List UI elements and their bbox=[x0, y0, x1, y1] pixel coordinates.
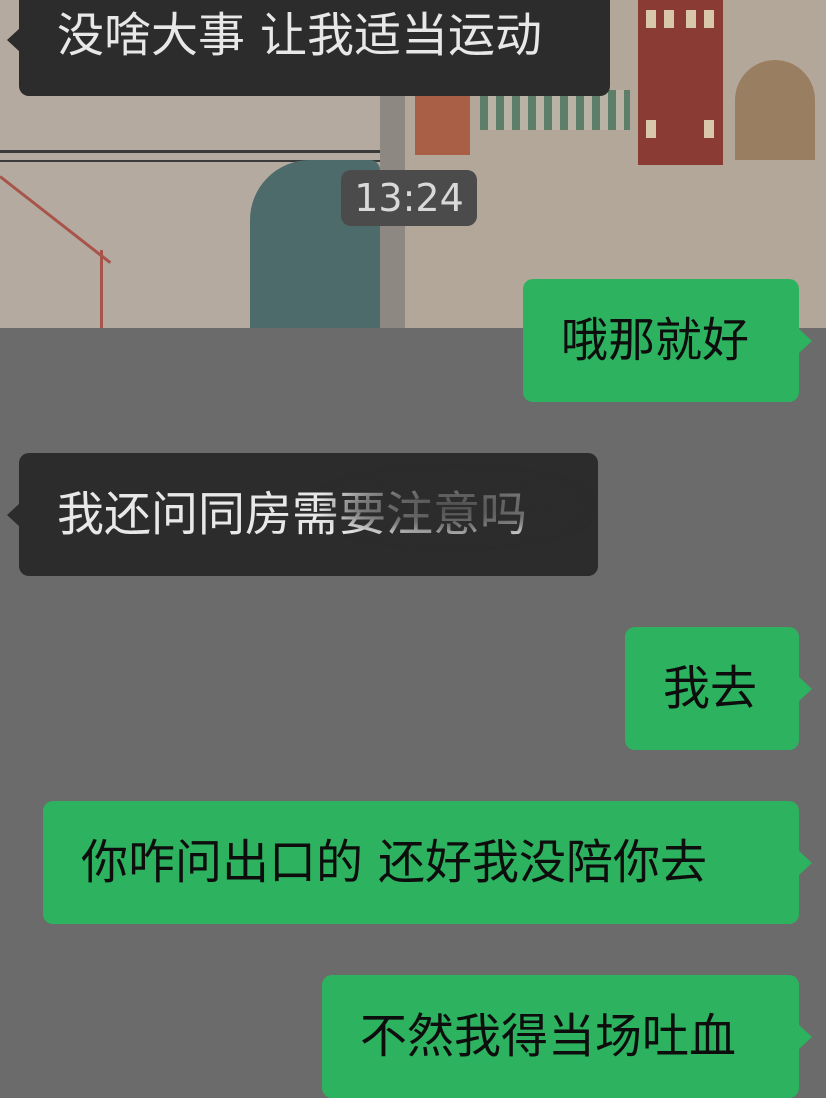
wallpaper-arch bbox=[735, 60, 815, 160]
wallpaper-window bbox=[646, 10, 656, 28]
message-bubble-outgoing[interactable]: 你咋问出口的 还好我没陪你去 bbox=[43, 801, 812, 924]
bubble-tail bbox=[799, 850, 812, 875]
message-bubble-incoming[interactable]: 我还问同房需要注意吗 bbox=[7, 453, 598, 576]
message-timestamp: 13:24 bbox=[341, 170, 477, 226]
message-bubble-outgoing[interactable]: 不然我得当场吐血 bbox=[322, 975, 812, 1098]
message-bubble-outgoing[interactable]: 哦那就好 bbox=[523, 279, 812, 402]
wallpaper-window bbox=[686, 10, 696, 28]
wallpaper-line bbox=[0, 150, 380, 153]
message-text: 我去 bbox=[663, 661, 757, 716]
wallpaper-window bbox=[704, 10, 714, 28]
bubble-tail bbox=[799, 676, 812, 701]
message-text: 你咋问出口的 还好我没陪你去 bbox=[81, 835, 707, 890]
wallpaper-window bbox=[704, 120, 714, 138]
message-text: 哦那就好 bbox=[561, 313, 749, 368]
message-text: 没啥大事 让我适当运动 bbox=[57, 8, 542, 64]
message-bubble-outgoing[interactable]: 我去 bbox=[625, 627, 812, 750]
wallpaper-shop bbox=[415, 95, 470, 155]
bubble-tail bbox=[7, 28, 20, 52]
message-bubble-incoming[interactable]: 没啥大事 让我适当运动 bbox=[7, 0, 610, 96]
message-text: 不然我得当场吐血 bbox=[360, 1009, 736, 1065]
wallpaper-red-stroke bbox=[100, 250, 103, 328]
bubble-tail bbox=[799, 1025, 812, 1049]
bubble-tail bbox=[7, 502, 20, 527]
wallpaper-window bbox=[646, 120, 656, 138]
bubble-tail bbox=[799, 328, 812, 353]
wallpaper-awning bbox=[480, 90, 630, 130]
wallpaper-building bbox=[638, 0, 723, 165]
blur-redaction bbox=[324, 477, 584, 537]
wallpaper-window bbox=[664, 10, 674, 28]
